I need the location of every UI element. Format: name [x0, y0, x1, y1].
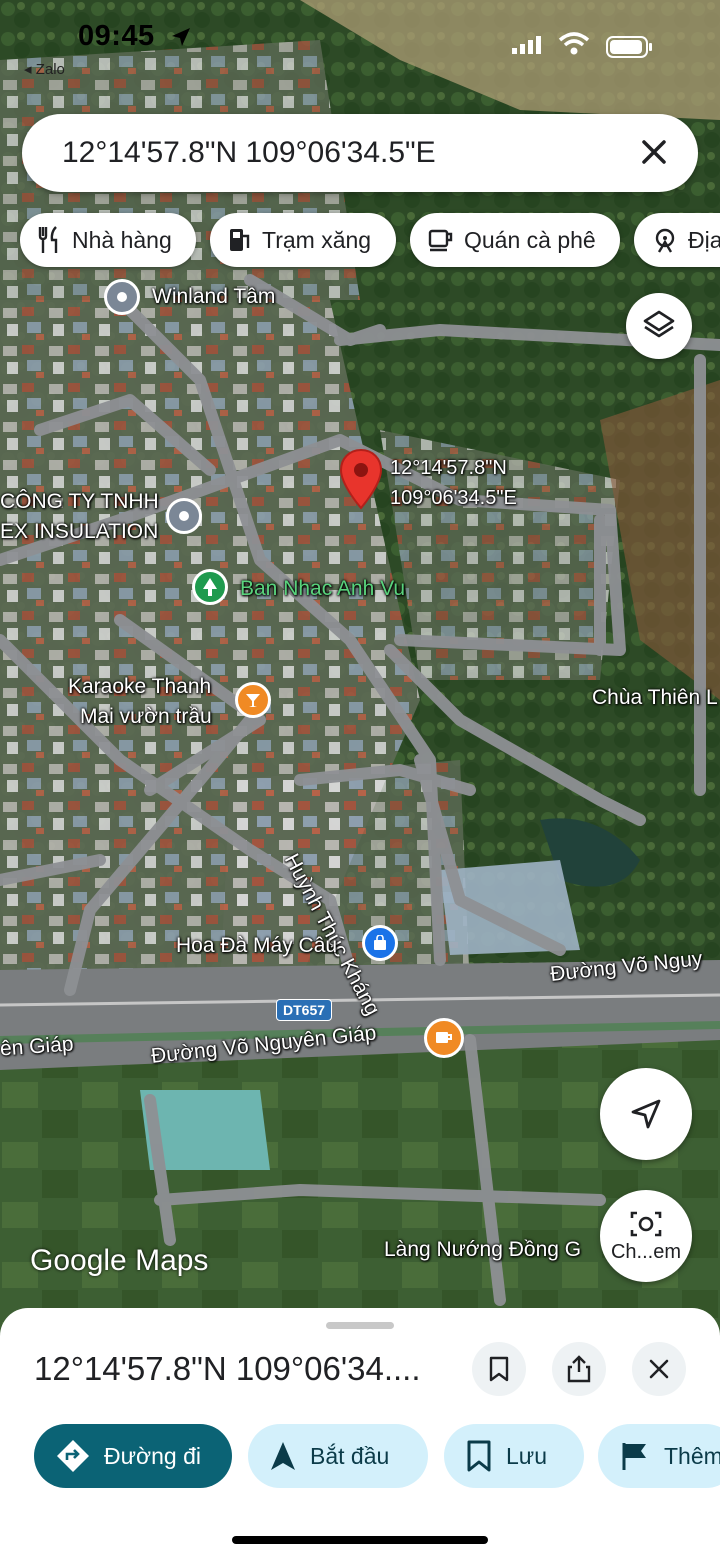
chip-cafes-label: Quán cà phê [464, 226, 596, 253]
start-button[interactable]: Bắt đầu [248, 1424, 428, 1488]
home-indicator[interactable] [232, 1536, 488, 1544]
save-button[interactable]: Lưu [444, 1424, 584, 1488]
place-label-company-line1[interactable]: CÔNG TY TNHH [0, 490, 159, 514]
close-sheet-button[interactable] [632, 1342, 686, 1396]
wifi-icon [558, 32, 590, 55]
road-label-vo-nguyen-giap-left: ên Giáp [0, 1032, 75, 1061]
circle-dot-icon [179, 511, 189, 521]
location-arrow-icon [172, 28, 190, 46]
chip-gas-stations-label: Trạm xăng [262, 226, 372, 253]
google-maps-watermark: Google Maps [30, 1244, 209, 1277]
poi-marker-band[interactable] [192, 569, 228, 605]
directions-icon [57, 1440, 89, 1472]
poi-marker-winland[interactable] [104, 279, 140, 315]
coffee-cup-icon [436, 1032, 452, 1043]
more-button[interactable]: Thêm [598, 1424, 720, 1488]
attraction-icon [655, 228, 675, 253]
close-icon [649, 1359, 669, 1379]
search-query[interactable]: 12°14'57.8"N 109°06'34.5"E [62, 136, 436, 170]
pin-label-lat: 12°14'57.8"N [390, 457, 507, 479]
bookmark-icon [489, 1356, 509, 1382]
place-label-band[interactable]: Ban Nhac Anh Vu [240, 577, 405, 601]
clear-search-close-icon[interactable] [634, 132, 674, 172]
place-label-pagoda[interactable]: Chùa Thiên L [592, 686, 718, 710]
save-icon-button[interactable] [472, 1342, 526, 1396]
place-label-hoa-da[interactable]: Hoa Đà Máy Câu [176, 934, 337, 958]
coffee-cup-icon [428, 229, 453, 252]
place-bottom-sheet[interactable]: 12°14'57.8"N 109°06'34.... Đường đi Bắt … [0, 1308, 720, 1560]
status-bar: 09:45 ◂ Zalo [0, 0, 720, 80]
battery-icon [606, 36, 652, 58]
status-time: 09:45 [78, 20, 155, 52]
chip-restaurants[interactable]: Nhà hàng [20, 213, 196, 267]
save-label: Lưu [506, 1442, 547, 1469]
chip-gas-stations[interactable]: Trạm xăng [210, 213, 396, 267]
poi-marker-shopping[interactable] [362, 925, 398, 961]
share-button[interactable] [552, 1342, 606, 1396]
place-label-lang-nuong[interactable]: Làng Nướng Đồng G [384, 1238, 581, 1262]
bookmark-icon [467, 1440, 491, 1472]
more-label: Thêm [664, 1442, 720, 1469]
directions-button[interactable]: Đường đi [34, 1424, 232, 1488]
start-label: Bắt đầu [310, 1442, 390, 1469]
signal-icon [512, 36, 541, 54]
my-location-button[interactable] [600, 1068, 692, 1160]
lens-button[interactable]: Ch...em [600, 1190, 692, 1282]
flag-icon [622, 1443, 646, 1470]
place-label-karaoke-line2[interactable]: Mai vườn trầu [80, 705, 212, 729]
layers-icon [643, 310, 675, 338]
category-chips: Nhà hàng Trạm xăng Quán cà phê Địa [20, 213, 720, 267]
back-to-zalo[interactable]: ◂ Zalo [24, 60, 65, 78]
poi-marker-karaoke[interactable] [235, 682, 271, 718]
sheet-title: 12°14'57.8"N 109°06'34.... [34, 1350, 421, 1387]
tree-icon [203, 578, 217, 596]
lens-label: Ch...em [610, 1240, 682, 1263]
chip-attractions-label: Địa [688, 226, 720, 253]
circle-dot-icon [117, 292, 127, 302]
dropped-pin-icon[interactable] [338, 448, 384, 512]
camera-lens-icon [630, 1211, 662, 1236]
layers-button[interactable] [626, 293, 692, 359]
sheet-drag-handle[interactable] [326, 1322, 394, 1329]
poi-marker-cafe[interactable] [424, 1018, 464, 1058]
search-bar[interactable]: 12°14'57.8"N 109°06'34.5"E [22, 114, 698, 192]
place-label-winland[interactable]: Winland Tâm [152, 285, 275, 309]
route-badge: DT657 [276, 999, 333, 1021]
poi-marker-company[interactable] [166, 498, 202, 534]
navigation-arrow-icon [271, 1442, 295, 1470]
fork-knife-icon [38, 226, 58, 253]
chip-restaurants-label: Nhà hàng [72, 226, 172, 253]
share-icon [567, 1355, 591, 1383]
shopping-bag-icon [374, 935, 386, 950]
chip-cafes[interactable]: Quán cà phê [410, 213, 620, 267]
pin-label-lng: 109°06'34.5"E [390, 487, 517, 509]
place-label-karaoke-line1[interactable]: Karaoke Thanh [68, 675, 211, 699]
place-label-company-line2[interactable]: EX INSULATION [0, 520, 158, 544]
navigation-arrow-icon [631, 1099, 661, 1129]
gas-station-icon [230, 229, 250, 251]
chip-attractions[interactable]: Địa [634, 213, 720, 267]
cocktail-glass-icon [246, 694, 260, 707]
directions-label: Đường đi [104, 1442, 201, 1469]
